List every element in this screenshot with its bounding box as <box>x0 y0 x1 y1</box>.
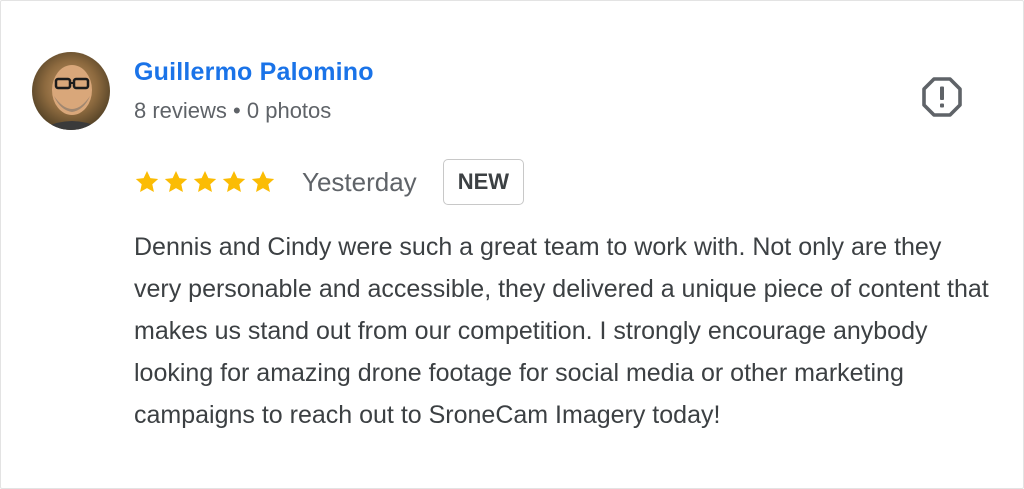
star-icon <box>222 170 246 192</box>
new-badge: NEW <box>442 159 525 205</box>
review-text: Dennis and Cindy were such a great team … <box>134 233 989 429</box>
star-icon <box>135 170 159 192</box>
meta-separator: • <box>233 98 241 123</box>
star-icon <box>164 170 188 192</box>
avatar-photo <box>40 65 104 130</box>
reviews-count[interactable]: 8 reviews <box>134 98 227 123</box>
star-icon <box>251 170 275 192</box>
review-date: Yesterday <box>302 166 417 197</box>
report-octagon-icon <box>922 77 962 117</box>
star-icon <box>193 170 217 192</box>
review-card: Guillermo Palomino 8 reviews • 0 photos … <box>0 0 1024 489</box>
reviewer-avatar[interactable] <box>32 52 110 130</box>
photos-count[interactable]: 0 photos <box>247 98 331 123</box>
reviewer-name-link[interactable]: Guillermo Palomino <box>134 58 374 87</box>
report-icon[interactable] <box>921 76 963 118</box>
star-rating <box>134 169 276 195</box>
reviewer-meta: 8 reviews • 0 photos <box>134 98 331 124</box>
rating-row: Yesterday NEW <box>134 157 525 207</box>
